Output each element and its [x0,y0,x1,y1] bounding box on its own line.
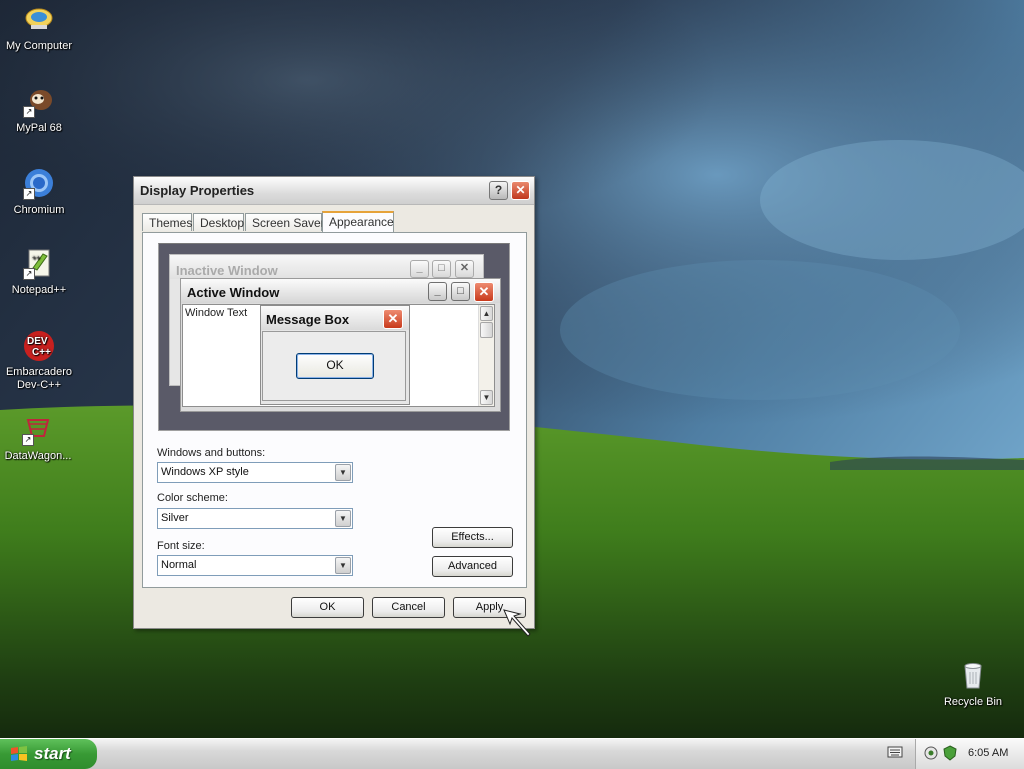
desktop-icon-label: DataWagon... [4,450,72,462]
svg-text:++: ++ [32,255,40,262]
dialog-title: Display Properties [140,183,255,198]
ok-button[interactable]: OK [291,597,364,618]
close-icon: ✕ [474,282,494,302]
color-scheme-select[interactable]: Silver ▼ [157,508,353,529]
chevron-down-icon[interactable]: ▼ [335,510,351,527]
keyboard-icon[interactable] [887,745,903,759]
close-button[interactable]: ✕ [511,181,530,200]
desktop-icon-label: MyPal 68 [16,122,62,134]
network-icon[interactable] [924,746,938,760]
datawagon-icon: ↗ [22,414,54,446]
desktop-icon-label: Chromium [13,204,65,216]
shortcut-arrow-icon: ↗ [22,434,34,446]
desktop-icon-chromium[interactable]: ↗ Chromium [0,168,78,217]
windows-buttons-select[interactable]: Windows XP style ▼ [157,462,353,483]
scroll-down-icon: ▼ [480,390,493,405]
mypal-icon: ↗ [23,86,55,118]
windows-buttons-value: Windows XP style [161,466,249,478]
display-properties-dialog: Display Properties ? ✕ Themes Desktop Sc… [133,176,535,629]
preview-message-box: Message Box ✕ OK [260,305,410,405]
effects-button[interactable]: Effects... [432,527,513,548]
close-icon: ✕ [515,183,526,197]
preview-scrollbar: ▲ ▼ [478,305,494,406]
desktop-icon-datawagon[interactable]: ↗ DataWagon... [0,414,77,463]
font-size-select[interactable]: Normal ▼ [157,555,353,576]
color-scheme-value: Silver [161,512,189,524]
taskbar: start 6:05 AM [0,738,1024,769]
mouse-cursor-icon [500,606,534,640]
desktop-icon-recycle-bin[interactable]: Recycle Bin [934,660,1012,709]
preview-window-text: Window Text [185,307,248,319]
start-label: start [34,744,71,763]
desktop-icon-devcpp[interactable]: DEV C++ Embarcadero Dev-C++ [0,330,78,392]
minimize-icon: _ [410,260,429,278]
notepadpp-icon: ++ ↗ [23,248,55,280]
dialog-titlebar[interactable]: Display Properties ? ✕ [134,177,534,205]
maximize-icon: □ [451,282,470,301]
security-shield-icon[interactable] [942,745,958,761]
windows-flag-icon [11,746,27,761]
desktop-icon-label: Embarcadero Dev-C++ [5,366,73,391]
svg-text:C++: C++ [32,347,51,358]
devcpp-icon: DEV C++ [23,330,55,362]
color-scheme-label: Color scheme: [157,492,228,504]
scroll-thumb [480,322,493,338]
svg-text:DEV: DEV [27,336,48,347]
chevron-down-icon[interactable]: ▼ [335,464,351,481]
desktop-icon-label: Notepad++ [11,284,67,296]
font-size-value: Normal [161,559,197,571]
desktop-icon-notepadpp[interactable]: ++ ↗ Notepad++ [0,248,78,297]
shortcut-arrow-icon: ↗ [23,106,35,118]
chromium-icon: ↗ [23,168,55,200]
desktop-icon-my-computer[interactable]: My Computer [0,4,78,53]
minimize-icon: _ [428,282,447,301]
shortcut-arrow-icon: ↗ [23,268,35,280]
help-icon: ? [494,183,503,197]
font-size-label: Font size: [157,540,205,552]
desktop-icon-label: Recycle Bin [943,696,1003,708]
shortcut-arrow-icon: ↗ [23,188,35,200]
help-button[interactable]: ? [489,181,508,200]
preview-message-body: OK [262,331,406,401]
tab-appearance[interactable]: Appearance [322,211,394,232]
system-tray: 6:05 AM [915,739,1024,769]
preview-ok-button: OK [296,353,374,379]
recycle-bin-icon [957,660,989,692]
my-computer-icon [23,4,55,36]
close-icon: ✕ [383,309,403,329]
cancel-button[interactable]: Cancel [372,597,445,618]
scroll-up-icon: ▲ [480,306,493,321]
appearance-panel: Inactive Window _ □ ✕ Active Window _ □ … [142,232,527,588]
windows-buttons-label: Windows and buttons: [157,447,266,459]
maximize-icon: □ [432,260,451,278]
chevron-down-icon[interactable]: ▼ [335,557,351,574]
desktop-icon-mypal[interactable]: ↗ MyPal 68 [0,86,78,135]
close-icon: ✕ [455,260,474,278]
advanced-button[interactable]: Advanced [432,556,513,577]
desktop-icon-label: My Computer [5,40,73,52]
tab-themes[interactable]: Themes [142,213,192,231]
appearance-preview: Inactive Window _ □ ✕ Active Window _ □ … [158,243,510,431]
start-button[interactable]: start [0,739,97,769]
tab-desktop[interactable]: Desktop [193,213,244,231]
tab-screen-saver[interactable]: Screen Saver [245,213,325,231]
clock[interactable]: 6:05 AM [968,747,1008,759]
